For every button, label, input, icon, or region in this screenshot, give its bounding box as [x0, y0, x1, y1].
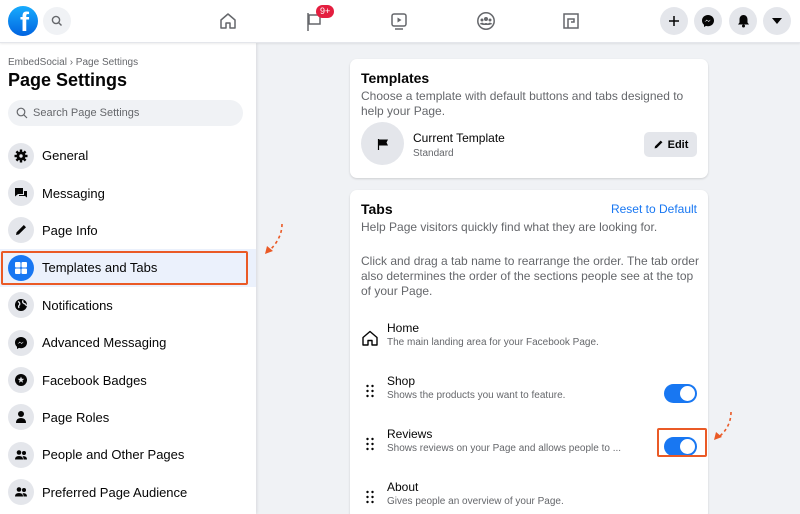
shop-toggle[interactable] [664, 384, 697, 403]
tab-description: Gives people an overview of your Page. [387, 496, 564, 507]
notifications-button[interactable] [729, 7, 757, 35]
tab-row-reviews[interactable]: Reviews Shows reviews on your Page and a… [350, 426, 708, 466]
messenger-button[interactable] [694, 7, 722, 35]
tab-description: Shows the products you want to feature. [387, 390, 566, 401]
tabs-title: Tabs [361, 201, 393, 217]
tab-name: Shop [387, 374, 416, 388]
tab-name: About [387, 480, 419, 494]
nav-groups[interactable] [475, 10, 497, 32]
drag-handle-icon [366, 384, 374, 398]
templates-description: Choose a template with default buttons a… [361, 89, 684, 118]
templates-title: Templates [361, 70, 430, 86]
drag-handle-icon [366, 437, 374, 451]
nav-gaming[interactable] [560, 10, 582, 32]
tabs-instructions: Click and drag a tab name to rearrange t… [361, 254, 699, 298]
reset-to-default-link[interactable]: Reset to Default [611, 202, 697, 216]
nav-watch[interactable] [388, 10, 410, 32]
grid-icon [15, 261, 27, 274]
star-badge-icon [15, 374, 27, 387]
person-icon [16, 411, 26, 424]
tab-name: Home [387, 321, 420, 335]
people-icon [15, 450, 27, 460]
sidebar-item-preferred-page-audience[interactable]: Preferred Page Audience [0, 474, 256, 511]
tab-row-home[interactable]: Home The main landing area for your Face… [350, 320, 708, 360]
groups-icon [477, 12, 495, 30]
gear-icon [14, 149, 28, 163]
notification-badge: 9+ [316, 5, 335, 18]
template-avatar [361, 122, 404, 165]
sidebar-item-label: Notifications [42, 297, 113, 313]
bell-icon [737, 15, 749, 28]
sidebar-item-label: Facebook Badges [42, 372, 147, 388]
search-settings-input[interactable] [33, 107, 233, 119]
chat-bubbles-icon [15, 188, 27, 198]
sidebar-item-label: Page Info [42, 222, 98, 238]
sidebar-item-templates-and-tabs[interactable]: Templates and Tabs [0, 249, 256, 287]
account-menu-button[interactable] [763, 7, 791, 35]
sidebar-item-general[interactable]: General [0, 137, 256, 174]
tab-row-shop[interactable]: Shop Shows the products you want to feat… [350, 373, 708, 413]
tab-row-about[interactable]: About Gives people an overview of your P… [350, 479, 708, 514]
plus-icon [669, 16, 679, 26]
watch-icon [391, 13, 407, 30]
pencil-icon [654, 140, 663, 149]
people-icon [15, 487, 27, 497]
sidebar-item-people-and-other-pages[interactable]: People and Other Pages [0, 436, 256, 473]
sidebar-item-messaging[interactable]: Messaging [0, 174, 256, 211]
current-template-label: Current Template [413, 131, 505, 145]
tabs-card: Tabs Reset to Default Help Page visitors… [350, 190, 708, 514]
current-template-value: Standard [413, 148, 454, 159]
sidebar-item-facebook-badges[interactable]: Facebook Badges [0, 361, 256, 398]
reviews-toggle[interactable] [664, 437, 697, 456]
annotation-arrow-icon [714, 411, 732, 440]
sidebar-item-label: Page Roles [42, 409, 110, 425]
sidebar-item-page-info[interactable]: Page Info [0, 212, 256, 249]
sidebar-item-label: Preferred Page Audience [42, 484, 188, 500]
home-icon [362, 330, 378, 346]
sidebar-item-notifications[interactable]: Notifications [0, 287, 256, 324]
sidebar-item-label: Advanced Messaging [42, 335, 167, 351]
globe-icon [15, 299, 28, 312]
search-icon [51, 15, 62, 26]
caret-down-icon [772, 18, 782, 24]
nav-home[interactable] [217, 10, 239, 32]
pencil-icon [16, 225, 26, 236]
edit-template-button[interactable]: Edit [644, 132, 697, 157]
messenger-icon [702, 15, 714, 27]
home-icon [220, 13, 236, 29]
create-button[interactable] [660, 7, 688, 35]
messenger-icon [15, 336, 27, 349]
tab-description: Shows reviews on your Page and allows pe… [387, 443, 622, 454]
breadcrumb[interactable]: EmbedSocial › Page Settings [8, 57, 138, 68]
sidebar-item-page-roles[interactable]: Page Roles [0, 399, 256, 436]
sidebar-item-advanced-messaging[interactable]: Advanced Messaging [0, 324, 256, 361]
tab-description: The main landing area for your Facebook … [387, 337, 599, 348]
search-icon [16, 107, 28, 119]
sidebar-item-label: Templates and Tabs [42, 260, 158, 276]
settings-sidebar: EmbedSocial › Page Settings Page Setting… [0, 43, 256, 514]
templates-card: Templates Choose a template with default… [350, 59, 708, 178]
annotation-arrow-icon [265, 223, 283, 254]
page-title: Page Settings [8, 70, 128, 90]
sidebar-item-label: General [42, 148, 89, 164]
search-settings-field[interactable] [8, 100, 243, 126]
facebook-logo[interactable]: f [8, 6, 38, 36]
tabs-description: Help Page visitors quickly find what the… [361, 220, 658, 234]
flag-icon [377, 138, 388, 150]
edit-label: Edit [667, 138, 689, 151]
search-button[interactable] [43, 7, 71, 35]
gaming-icon [563, 13, 579, 29]
tab-name: Reviews [387, 427, 433, 441]
settings-menu: General Messaging Page Info Templates an… [0, 137, 256, 511]
top-navigation-bar: f 9+ [0, 0, 800, 43]
sidebar-item-label: People and Other Pages [42, 447, 185, 463]
drag-handle-icon [366, 490, 374, 504]
sidebar-item-label: Messaging [42, 185, 105, 201]
